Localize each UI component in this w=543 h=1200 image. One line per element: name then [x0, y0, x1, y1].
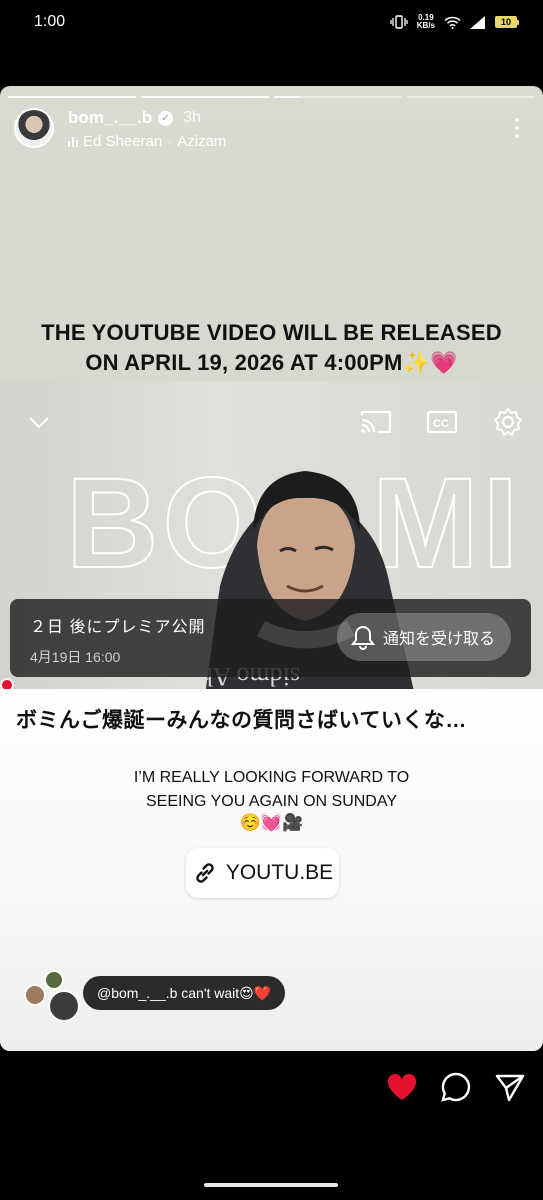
cast-icon[interactable] — [359, 405, 393, 439]
svg-text:CC: CC — [433, 418, 449, 430]
wifi-icon — [444, 16, 461, 29]
story-message: I’M REALLY LOOKING FORWARD TO SEEING YOU… — [0, 766, 543, 814]
notify-button[interactable]: 通知を受け取る — [336, 613, 511, 661]
link-label: YOUTU.BE — [225, 861, 334, 884]
progress-segment — [407, 96, 535, 98]
home-indicator[interactable] — [204, 1183, 338, 1187]
headline-line-1: THE YOUTUBE VIDEO WILL BE RELEASED — [41, 320, 502, 345]
verified-badge-icon: ✓ — [158, 110, 174, 126]
notify-label: 通知を受け取る — [382, 631, 495, 648]
story-progress — [8, 96, 535, 98]
avatar — [48, 990, 80, 1022]
message-emojis: ☺️💓🎥 — [239, 813, 304, 832]
signal-icon — [470, 15, 485, 29]
progress-segment — [8, 96, 136, 98]
progress-segment — [274, 96, 402, 98]
music-artist: Ed Sheeran — [83, 133, 163, 150]
headline-line-2: ON APRIL 19, 2026 AT 4:00PM✨💗 — [85, 350, 458, 375]
username[interactable]: bom_.__.b — [68, 108, 152, 128]
music-song: Azizam — [177, 133, 227, 150]
music-separator: · — [167, 133, 173, 150]
music-attribution[interactable]: Ed Sheeran · Azizam — [68, 133, 226, 150]
user-meta: bom_.__.b ✓ 3h Ed Sheeran · Azizam — [68, 108, 226, 150]
share-send-icon[interactable] — [495, 1072, 525, 1102]
story-card[interactable]: bom_.__.b ✓ 3h Ed Sheeran · Azizam THE Y… — [0, 86, 543, 1051]
premiere-banner: ２日 後にプレミア公開 4月19日 16:00 通知を受け取る — [10, 599, 531, 677]
music-bars-icon — [68, 136, 78, 147]
reply-avatars — [24, 970, 82, 1022]
time-ago: 3h — [183, 109, 201, 126]
captions-icon[interactable]: CC — [425, 405, 459, 439]
network-speed-unit: KB/s — [416, 21, 435, 30]
avatar — [44, 970, 64, 990]
mention-reply[interactable]: @bom_.__.b can't wait😍❤️ — [83, 976, 286, 1010]
settings-gear-icon[interactable] — [491, 405, 525, 439]
message-line-1: I’M REALLY LOOKING FORWARD TO — [133, 769, 410, 786]
like-heart-icon[interactable] — [387, 1073, 417, 1101]
story-actions — [387, 1072, 525, 1102]
vibrate-icon — [390, 15, 408, 29]
status-icons: 0.19 KB/s 10 — [390, 14, 519, 30]
status-bar: 1:00 0.19 KB/s 10 — [0, 0, 543, 44]
network-speed: 0.19 KB/s — [417, 14, 435, 30]
user-avatar[interactable] — [14, 108, 54, 148]
avatar — [24, 984, 46, 1006]
bell-icon — [350, 625, 375, 650]
progress-fill — [8, 96, 136, 98]
battery-icon: 10 — [495, 16, 519, 28]
collapse-chevron-icon[interactable] — [22, 405, 56, 439]
battery-level: 10 — [495, 16, 517, 28]
progress-fill — [274, 96, 300, 98]
headline: THE YOUTUBE VIDEO WILL BE RELEASED ON AP… — [0, 318, 543, 378]
message-line-2: SEEING YOU AGAIN ON SUNDAY — [145, 793, 398, 810]
comment-icon[interactable] — [441, 1072, 471, 1102]
progress-fill — [141, 96, 269, 98]
status-time: 1:00 — [34, 13, 66, 30]
more-options-icon[interactable] — [505, 108, 529, 148]
video-title: ボミんご爆誕ーみんなの質問さばいていくな… — [16, 709, 467, 732]
link-sticker[interactable]: YOUTU.BE — [186, 848, 339, 898]
story-header: bom_.__.b ✓ 3h Ed Sheeran · Azizam — [14, 108, 529, 150]
link-icon — [196, 863, 214, 883]
progress-segment — [141, 96, 269, 98]
